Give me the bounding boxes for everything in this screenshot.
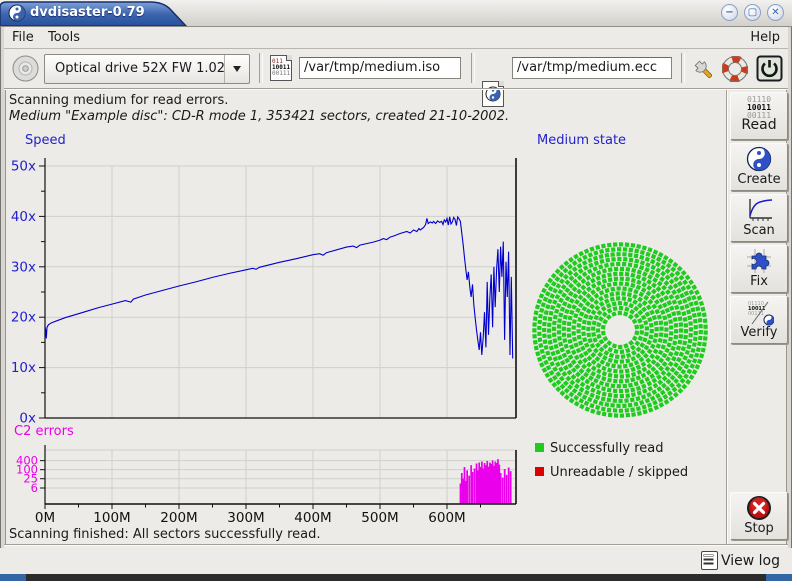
- svg-text:0x: 0x: [19, 411, 36, 427]
- svg-text:30x: 30x: [11, 259, 36, 275]
- svg-text:200M: 200M: [160, 510, 197, 526]
- svg-text:100M: 100M: [93, 510, 130, 526]
- resize-grip-left[interactable]: [0, 574, 26, 581]
- svg-text:10x: 10x: [11, 360, 36, 376]
- svg-text:20x: 20x: [11, 310, 36, 326]
- medium-state-disc: [532, 242, 708, 417]
- svg-text:40x: 40x: [11, 209, 36, 225]
- c2-errors-chart: 6251004000M100M200M300M400M500M600M: [16, 445, 516, 526]
- svg-text:300M: 300M: [227, 510, 264, 526]
- window-border-bottom: [0, 574, 792, 581]
- svg-text:50x: 50x: [11, 159, 36, 175]
- charts-and-disc-canvas: 0x10x20x30x40x50x 6251004000M100M200M300…: [0, 0, 792, 581]
- svg-text:400: 400: [16, 454, 38, 468]
- dvdisaster-window: dvdisaster-0.79 − ▢ ✕ File Tools Help Op…: [0, 0, 792, 581]
- svg-text:0M: 0M: [35, 510, 55, 526]
- svg-text:500M: 500M: [361, 510, 398, 526]
- svg-text:600M: 600M: [428, 510, 465, 526]
- speed-chart: 0x 10x 20x 30x 40x 50x: [11, 158, 516, 427]
- resize-grip-right[interactable]: [766, 574, 792, 581]
- svg-text:400M: 400M: [294, 510, 331, 526]
